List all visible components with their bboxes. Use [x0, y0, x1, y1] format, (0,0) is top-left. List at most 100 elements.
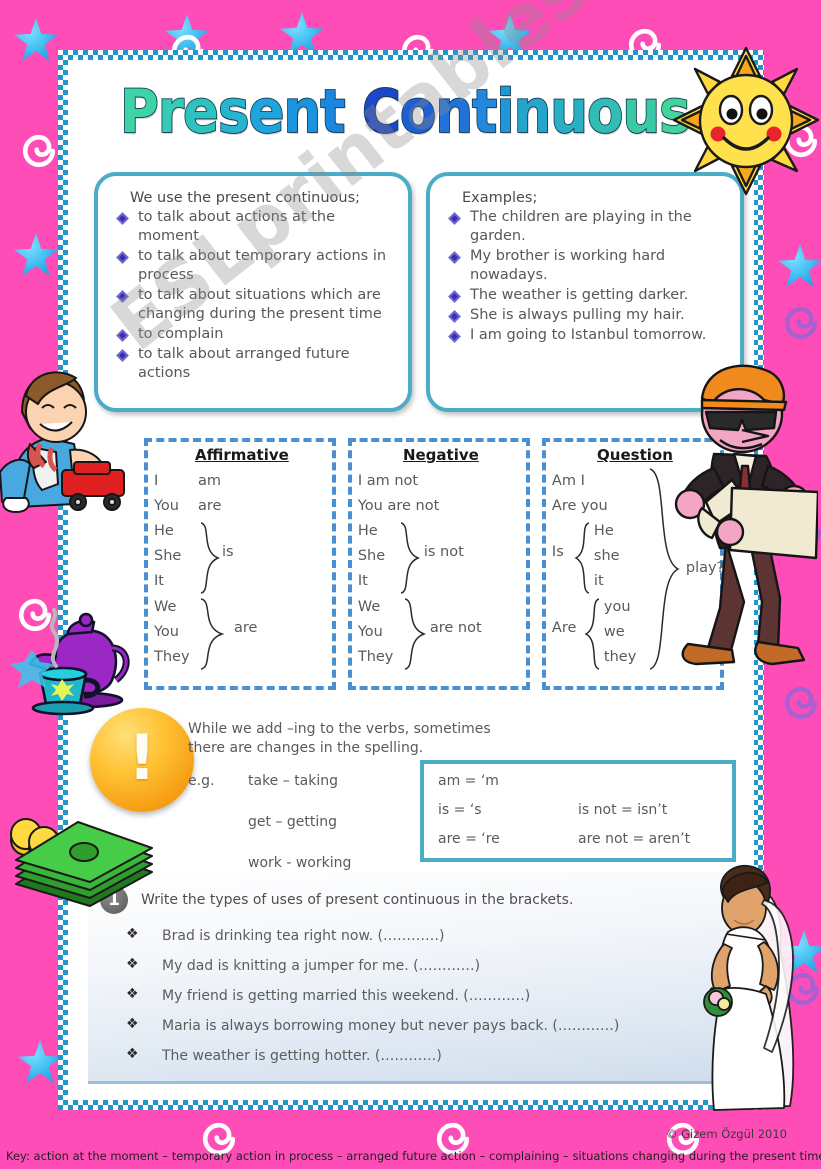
affirmative-group-singular: He She It is	[154, 519, 330, 595]
negative-table: Negative I am not You are not He She It …	[347, 438, 530, 690]
negative-title: Negative	[402, 446, 479, 464]
teapot-and-cup-image	[10, 608, 130, 716]
title-letter: s	[217, 77, 250, 147]
title-letter: i	[496, 77, 516, 147]
contractions-box: am = ‘m is = ‘s is not = isn’t are = ‘re…	[420, 760, 736, 862]
list-item[interactable]: Brad is drinking tea right now. (…………)	[100, 926, 732, 944]
list-item: take – taking	[248, 772, 339, 789]
table-row: am = ‘m	[438, 773, 718, 789]
title-letter: n	[513, 77, 552, 147]
subject: She	[154, 548, 182, 564]
list-item: to talk about temporary actions in proce…	[112, 247, 398, 285]
subject: They	[154, 649, 190, 665]
list-item: to talk about actions at the moment	[112, 208, 398, 246]
title-letter: n	[283, 77, 322, 147]
sun-icon	[672, 46, 820, 196]
list-item: to talk about arranged future actions	[112, 345, 398, 383]
list-item[interactable]: Maria is always borrowing money but neve…	[100, 1016, 732, 1034]
list-item: I am going to Istanbul tomorrow.	[444, 326, 730, 345]
architect-with-blueprints-image	[674, 364, 818, 666]
list-item: to talk about situations which are chang…	[112, 286, 398, 324]
list-item: She is always pulling my hair.	[444, 306, 730, 325]
subject: You	[154, 498, 179, 514]
warning-icon: !	[90, 708, 194, 812]
copyright-text: © Gizem Özgül 2010	[665, 1127, 787, 1141]
subject: she	[593, 548, 620, 564]
subject: We	[154, 599, 177, 615]
table-row: is = ‘s is not = isn’t	[438, 802, 718, 818]
title-letter: n	[435, 77, 474, 147]
brace-icon	[200, 522, 220, 594]
contraction-left: am = ‘m	[438, 773, 499, 789]
subject: He	[593, 523, 614, 539]
table-row: I am not	[357, 473, 419, 489]
title-letter: C	[361, 77, 401, 147]
title-letter: o	[586, 77, 624, 147]
bride-image	[703, 865, 795, 1111]
brace-icon	[584, 598, 600, 670]
star-icon	[14, 18, 58, 62]
title-text: Present Continuous	[119, 77, 691, 147]
uses-heading: We use the present continuous;	[130, 190, 361, 206]
verb: is not	[423, 544, 464, 560]
list-item: get – getting	[248, 813, 338, 830]
title-letter: o	[399, 77, 437, 147]
contraction-left: are = ‘re	[438, 831, 500, 847]
uses-panel: We use the present continuous; to talk a…	[94, 172, 412, 412]
exercise-list: Brad is drinking tea right now. (…………) M…	[100, 926, 732, 1064]
examples-list: The children are playing in the garden. …	[444, 208, 730, 345]
list-item: to complain	[112, 325, 398, 344]
affirmative-table: Affirmative Iam You are He She It is We …	[144, 438, 336, 690]
verb: is	[222, 544, 234, 560]
table-row: are = ‘re are not = aren’t	[438, 831, 718, 847]
title-letter: t	[471, 77, 498, 147]
contraction-left: is = ‘s	[438, 802, 482, 818]
list-item: The weather is getting darker.	[444, 286, 730, 305]
subject: We	[357, 599, 381, 615]
conjugation-tables: Affirmative Iam You are He She It is We …	[144, 438, 724, 690]
money-stack-image	[10, 818, 153, 907]
subject: it	[593, 573, 604, 589]
list-item: work - working	[248, 854, 352, 871]
list-item[interactable]: My dad is knitting a jumper for me. (…………	[100, 956, 732, 974]
worksheet-page: Present Continuous We use the present co…	[58, 50, 764, 1110]
title-letter: u	[622, 77, 661, 147]
brace-icon	[574, 522, 590, 594]
contraction-right: is not = isn’t	[578, 802, 668, 818]
verb: am	[198, 473, 222, 489]
aux-verb: Are	[551, 620, 577, 636]
answer-key-text: Key: action at the moment – temporary ac…	[6, 1149, 821, 1163]
subject: You	[357, 624, 383, 640]
page-title: Present Continuous	[68, 72, 754, 164]
negative-group-singular: He She It is not	[358, 519, 524, 595]
table-row: You are not	[357, 498, 440, 514]
exercise-instruction: Write the types of uses of present conti…	[141, 892, 574, 908]
subject: It	[357, 573, 368, 589]
negative-group-plural: We You They are not	[358, 595, 524, 671]
spiral-icon	[22, 134, 56, 168]
affirmative-group-plural: We You They are	[154, 595, 330, 671]
subject: You	[154, 624, 179, 640]
spiral-icon	[784, 306, 818, 340]
uses-list: to talk about actions at the moment to t…	[112, 208, 398, 383]
list-item[interactable]: The weather is getting hotter. (…………)	[100, 1046, 732, 1064]
list-item: My brother is working hard nowadays.	[444, 247, 730, 285]
title-letter: r	[157, 77, 185, 147]
verb: are not	[429, 620, 482, 636]
title-letter	[345, 78, 362, 146]
verb: are	[198, 498, 222, 514]
brace-icon	[404, 598, 426, 670]
contraction-right: are not = aren’t	[578, 831, 691, 847]
info-panels: We use the present continuous; to talk a…	[94, 172, 744, 412]
aux-verb: Is	[551, 544, 564, 560]
boy-playing-toy-car-image	[0, 371, 125, 513]
warning-glyph: !	[127, 721, 157, 794]
subject: I	[154, 473, 159, 489]
subject: It	[154, 573, 164, 589]
star-icon	[18, 1040, 62, 1084]
title-letter: P	[119, 77, 159, 147]
title-letter: e	[248, 77, 286, 147]
title-letter: e	[182, 77, 220, 147]
list-item[interactable]: My friend is getting married this weeken…	[100, 986, 732, 1004]
subject: He	[154, 523, 174, 539]
